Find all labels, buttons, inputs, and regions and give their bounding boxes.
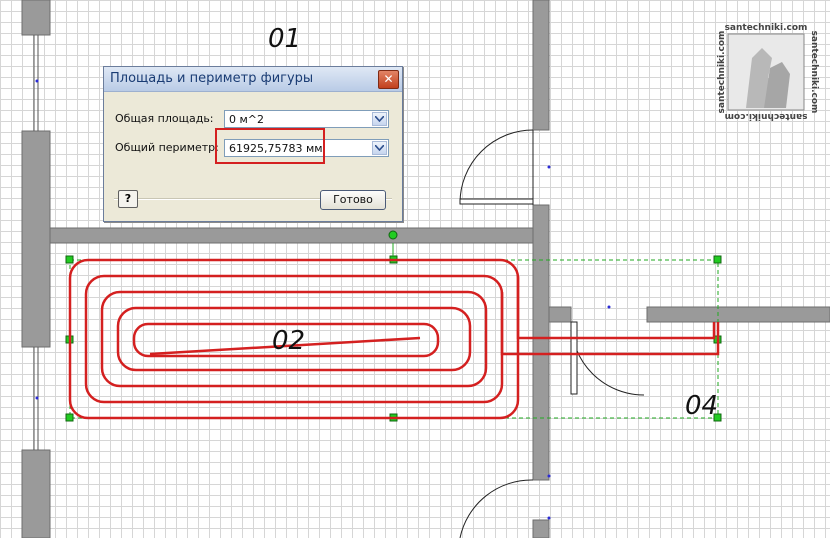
help-button[interactable]: ?: [118, 190, 138, 208]
room-label-01: 01: [268, 24, 302, 54]
dialog-title: Площадь и периметр фигуры: [110, 71, 314, 86]
doors: [459, 129, 645, 538]
wall-vertical-upper: [532, 0, 550, 131]
wall-left-bottom: [21, 449, 51, 538]
svg-text:santechniki.com: santechniki.com: [725, 111, 808, 121]
wall-horizontal-top: [49, 227, 534, 244]
area-value: 0 м^2: [229, 113, 265, 126]
perimeter-highlight-box: [215, 128, 325, 164]
chevron-down-icon[interactable]: [372, 141, 387, 155]
wall-vertical-middle: [532, 204, 550, 481]
room-label-04: 04: [685, 391, 719, 421]
svg-text:santechniki.com: santechniki.com: [809, 31, 819, 114]
perimeter-label: Общий периметр:: [115, 141, 219, 154]
close-button[interactable]: ✕: [378, 70, 399, 89]
wall-left-mid: [21, 130, 51, 348]
dialog-titlebar[interactable]: Площадь и периметр фигуры ✕: [104, 67, 402, 92]
watermark-logo: santechniki.com santechniki.com santechn…: [717, 23, 819, 121]
svg-text:santechniki.com: santechniki.com: [725, 23, 808, 33]
svg-text:santechniki.com: santechniki.com: [717, 31, 727, 114]
chevron-down-icon[interactable]: [372, 112, 387, 126]
wall-left-top: [21, 0, 51, 36]
done-button[interactable]: Готово: [320, 190, 386, 210]
room-label-02: 02: [272, 326, 306, 356]
heating-pipe: [68, 258, 720, 420]
area-label: Общая площадь:: [115, 112, 214, 125]
area-combobox[interactable]: 0 м^2: [224, 110, 389, 128]
wall-vertical-bottom: [532, 519, 550, 538]
wall-right-horizontal: [646, 306, 830, 323]
wall-stub: [548, 306, 572, 323]
